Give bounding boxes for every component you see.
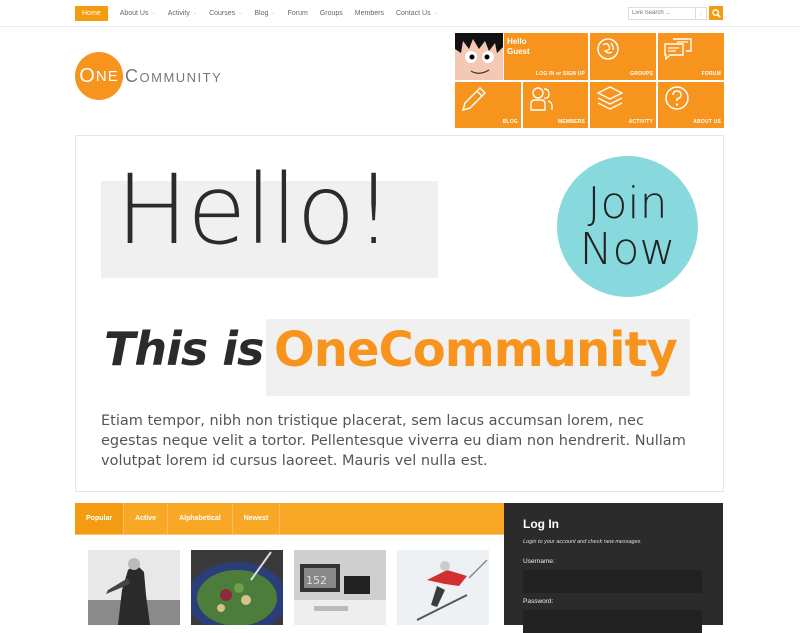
chevron-down-icon: ⌄ [433,10,438,16]
logo-circle: O NE [75,52,123,100]
users-icon [530,87,553,111]
join-text: Join [587,177,668,229]
username-input[interactable] [523,570,702,593]
logo-one-cap: O [79,64,96,87]
live-search: ↕ [628,6,723,20]
hero-banner: Hello! Join Now This is OneCommunity Eti… [75,135,724,492]
question-circle-icon [665,86,689,110]
nav-label: Blog [254,10,269,17]
logo-wordmark: COMMUNITY [125,66,222,87]
guest-avatar[interactable] [455,33,503,80]
sort-arrows-icon[interactable]: ↕ [696,6,707,20]
chevron-down-icon: ⌄ [151,10,156,16]
login-widget: Log In Login to your account and check n… [504,503,723,633]
chevron-down-icon: ⌄ [271,10,276,16]
chevron-down-icon: ⌄ [192,10,198,16]
skier-image [397,550,489,625]
search-button[interactable] [709,6,723,20]
password-label: Password: [523,598,554,605]
tile-about-label: ABOUT US [693,119,721,125]
nav-courses[interactable]: Courses ⌄ [203,6,248,21]
logo-comm-rest: OMMUNITY [139,69,223,85]
join-now-button[interactable]: Join Now [557,156,698,297]
thumbnail-desk[interactable]: 152 [294,550,386,625]
thumbnail-salad[interactable] [191,550,283,625]
top-bar: Home About Us ⌄ Activity ⌄ Courses ⌄ Blog ⌄ … [0,0,800,27]
username-label: Username: [523,558,555,565]
tile-blog[interactable]: BLOG [455,82,521,128]
this-is-text: This is [104,322,264,376]
nav-label: About Us [119,10,149,17]
salad-image [191,550,283,625]
nav-blog[interactable]: Blog ⌄ [248,6,281,21]
tile-forum-label: FORUM [701,71,721,77]
tab-alphabetical[interactable]: Alphabetical [168,503,233,534]
concert-image [88,550,180,625]
greeting-guest: Guest [507,47,530,56]
nav-members[interactable]: Members [349,6,390,21]
nav-groups[interactable]: Groups [314,6,349,21]
now-text: Now [579,223,676,275]
site-logo[interactable]: O NE COMMUNITY [75,52,222,100]
tile-forum[interactable]: FORUM [658,33,724,80]
tile-members[interactable]: MEMBERS [523,82,588,128]
tile-groups[interactable]: GROUPS [590,33,656,80]
globe-icon [597,38,619,60]
greeting: Hello Guest [507,37,530,57]
thumbnail-skier[interactable] [397,550,489,625]
tile-members-label: MEMBERS [558,119,585,125]
hero-paragraph: Etiam tempor, nibh non tristique placera… [101,413,686,469]
nav-label: Courses [209,10,236,17]
hello-heading: Hello! [116,154,393,266]
logo-one-rest: NE [95,67,119,85]
main-nav: Home About Us ⌄ Activity ⌄ Courses ⌄ Blog ⌄ … [75,6,444,21]
tile-login-label: LOG IN or SIGN UP [536,71,585,77]
desk-image: 152 [294,550,386,625]
tile-blog-label: BLOG [502,119,518,125]
tile-login[interactable]: Hello Guest LOG IN or SIGN UP [504,33,588,80]
search-input[interactable] [628,6,696,20]
nav-home[interactable]: Home [75,6,108,21]
login-subtitle: Login to your account and check new mess… [523,539,642,545]
tile-activity[interactable]: ACTIVITY [590,82,656,128]
avatar-face-icon [455,33,503,80]
nav-contact-us[interactable]: Contact Us ⌄ [390,6,444,21]
tab-popular[interactable]: Popular [75,503,125,534]
chevron-down-icon: ⌄ [238,10,243,16]
quick-tiles: Hello Guest LOG IN or SIGN UP GROUPS FORU… [455,33,724,128]
tile-activity-label: ACTIVITY [628,119,653,125]
tab-newest[interactable]: Newest [233,503,281,534]
thumbnail-concert[interactable] [88,550,180,625]
brand-heading: OneCommunity [274,322,678,378]
tile-about-us[interactable]: ABOUT US [658,82,724,128]
search-icon [711,8,721,18]
pencil-icon [461,86,487,112]
nav-forum[interactable]: Forum [282,6,314,21]
nav-label: Contact Us [395,10,431,17]
chat-bubbles-icon [664,38,692,60]
tile-groups-label: GROUPS [630,71,653,77]
logo-comm-cap: C [125,65,140,86]
tab-active[interactable]: Active [124,503,169,534]
nav-about-us[interactable]: About Us ⌄ [114,6,162,21]
svg-text:152: 152 [306,574,327,587]
greeting-hello: Hello [507,37,527,46]
group-thumbnails: 152 [88,550,489,625]
login-title: Log In [523,517,559,531]
group-tabs: Popular Active Alphabetical Newest [75,503,504,535]
layers-icon [596,86,624,110]
nav-activity[interactable]: Activity ⌄ [162,6,203,21]
nav-label: Activity [167,10,190,17]
password-input[interactable] [523,610,702,633]
